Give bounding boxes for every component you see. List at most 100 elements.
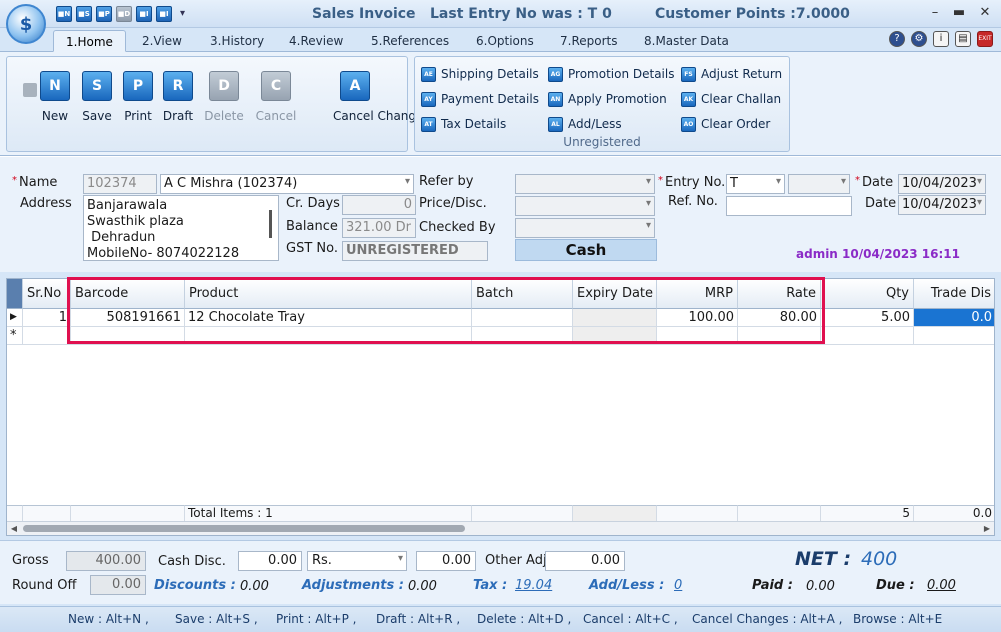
- col-header-barcode[interactable]: Barcode: [71, 279, 185, 309]
- payment-details-button[interactable]: AY Payment Details: [421, 90, 539, 108]
- tax-value-link[interactable]: 19.04: [515, 578, 552, 593]
- new-cell-qty[interactable]: [821, 327, 914, 345]
- customer-code-field[interactable]: 102374: [83, 174, 157, 194]
- payment-mode-button[interactable]: Cash: [515, 239, 657, 261]
- price-disc-combo[interactable]: [515, 196, 655, 216]
- settings-icon[interactable]: ⚙: [911, 31, 927, 47]
- col-header-qty[interactable]: Qty: [821, 279, 914, 309]
- new-cell-srno[interactable]: [23, 327, 71, 345]
- col-header-mrp[interactable]: MRP: [657, 279, 738, 309]
- exit-icon[interactable]: EXIT: [977, 31, 993, 47]
- cell-barcode[interactable]: 508191661: [71, 309, 185, 327]
- cell-trade-dis[interactable]: 0.0: [914, 309, 994, 327]
- checked-by-combo[interactable]: [515, 218, 655, 238]
- scroll-right-icon[interactable]: ▶: [980, 522, 994, 535]
- promotion-details-button[interactable]: AG Promotion Details: [548, 65, 674, 83]
- draft-button[interactable]: R Draft: [156, 71, 200, 123]
- cell-srno[interactable]: 1: [23, 309, 71, 327]
- tab-history[interactable]: 3.History: [198, 30, 276, 52]
- shipping-details-button[interactable]: AE Shipping Details: [421, 65, 539, 83]
- cell-expiry[interactable]: [573, 309, 657, 327]
- tab-home[interactable]: 1.Home: [53, 30, 126, 52]
- address-scrollbar[interactable]: [269, 210, 272, 238]
- new-button[interactable]: N New: [33, 71, 77, 123]
- new-cell-batch[interactable]: [472, 327, 573, 345]
- col-header-expiry[interactable]: Expiry Date: [573, 279, 657, 309]
- apply-promotion-button[interactable]: AN Apply Promotion: [548, 90, 667, 108]
- adjust-return-button[interactable]: FS Adjust Return: [681, 65, 782, 83]
- tax-details-button[interactable]: AT Tax Details: [421, 115, 506, 133]
- clear-order-button[interactable]: AO Clear Order: [681, 115, 770, 133]
- new-cell-trade-dis[interactable]: [914, 327, 994, 345]
- document-icon[interactable]: ▤: [955, 31, 971, 47]
- app-orb-icon[interactable]: $: [6, 4, 46, 44]
- new-cell-expiry[interactable]: [573, 327, 657, 345]
- cash-disc-amount-field[interactable]: 0.00: [416, 551, 476, 571]
- maximize-icon[interactable]: ▬: [948, 4, 970, 22]
- refer-by-combo[interactable]: [515, 174, 655, 194]
- row-indicator-icon[interactable]: ▶: [7, 309, 23, 327]
- delete-button[interactable]: D Delete: [202, 71, 246, 123]
- col-header-srno[interactable]: Sr.No: [23, 279, 71, 309]
- quick-save-icon[interactable]: ■S: [76, 6, 92, 22]
- date-picker-1[interactable]: 10/04/2023: [898, 174, 986, 194]
- new-cell-mrp[interactable]: [657, 327, 738, 345]
- cash-disc-field[interactable]: 0.00: [238, 551, 302, 571]
- col-header-rate[interactable]: Rate: [738, 279, 821, 309]
- quick-access-dropdown-icon[interactable]: ▾: [180, 6, 185, 22]
- tab-options[interactable]: 6.Options: [464, 30, 546, 52]
- cancel-changes-button[interactable]: A Cancel Changes: [333, 71, 430, 123]
- new-cell-product[interactable]: [185, 327, 472, 345]
- cr-days-field[interactable]: 0: [342, 195, 416, 215]
- quick-new-icon[interactable]: ■N: [56, 6, 72, 22]
- items-grid[interactable]: Sr.No Barcode Product Batch Expiry Date …: [6, 278, 995, 536]
- tab-references[interactable]: 5.References: [359, 30, 461, 52]
- cell-batch[interactable]: [472, 309, 573, 327]
- help-icon[interactable]: ?: [889, 31, 905, 47]
- addless-value-link[interactable]: 0: [674, 578, 682, 593]
- customer-name-combo[interactable]: A C Mishra (102374): [160, 174, 414, 194]
- save-button[interactable]: S Save: [75, 71, 119, 123]
- entry-series-combo[interactable]: T: [726, 174, 785, 194]
- print-button[interactable]: P Print: [116, 71, 160, 123]
- ref-no-field[interactable]: [726, 196, 852, 216]
- quick-delete-icon[interactable]: ■D: [116, 6, 132, 22]
- date-picker-2[interactable]: 10/04/2023: [898, 195, 986, 215]
- scroll-thumb[interactable]: [23, 525, 465, 532]
- tab-master-data[interactable]: 8.Master Data: [632, 30, 741, 52]
- cash-disc-unit-combo[interactable]: Rs.: [307, 551, 407, 571]
- new-cell-barcode[interactable]: [71, 327, 185, 345]
- quick-print-icon[interactable]: ■P: [96, 6, 112, 22]
- tab-reports[interactable]: 7.Reports: [548, 30, 629, 52]
- shipping-details-icon: AE: [421, 66, 436, 82]
- cell-qty[interactable]: 5.00: [821, 309, 914, 327]
- refer-by-label: Refer by: [419, 174, 474, 189]
- scroll-left-icon[interactable]: ◀: [7, 522, 21, 535]
- cell-product[interactable]: 12 Chocolate Tray: [185, 309, 472, 327]
- new-label: New: [41, 109, 69, 123]
- new-cell-rate[interactable]: [738, 327, 821, 345]
- cancel-button[interactable]: C Cancel: [254, 71, 298, 123]
- tab-view[interactable]: 2.View: [130, 30, 194, 52]
- invoice-header: *Name 102374 A C Mishra (102374) Address…: [0, 156, 1001, 272]
- col-header-trade-dis[interactable]: Trade Dis: [914, 279, 994, 309]
- cell-mrp[interactable]: 100.00: [657, 309, 738, 327]
- new-row-marker[interactable]: *: [7, 327, 23, 345]
- tab-review[interactable]: 4.Review: [277, 30, 355, 52]
- other-adj-field[interactable]: 0.00: [545, 551, 625, 571]
- col-header-batch[interactable]: Batch: [472, 279, 573, 309]
- quick-info2-icon[interactable]: ■I: [156, 6, 172, 22]
- info-icon[interactable]: i: [933, 31, 949, 47]
- add-less-button[interactable]: AL Add/Less: [548, 115, 622, 133]
- due-label: Due :: [876, 578, 915, 593]
- entry-number-combo[interactable]: [788, 174, 850, 194]
- clear-challan-button[interactable]: AK Clear Challan: [681, 90, 781, 108]
- minimize-icon[interactable]: –: [924, 4, 946, 22]
- close-icon[interactable]: ✕: [974, 4, 996, 22]
- grid-horizontal-scrollbar[interactable]: ◀ ▶: [7, 521, 994, 535]
- address-box[interactable]: Banjarawala Swasthik plaza Dehradun Mobi…: [83, 195, 279, 261]
- draft-icon: R: [163, 71, 193, 101]
- col-header-product[interactable]: Product: [185, 279, 472, 309]
- cell-rate[interactable]: 80.00: [738, 309, 821, 327]
- quick-info-icon[interactable]: ■I: [136, 6, 152, 22]
